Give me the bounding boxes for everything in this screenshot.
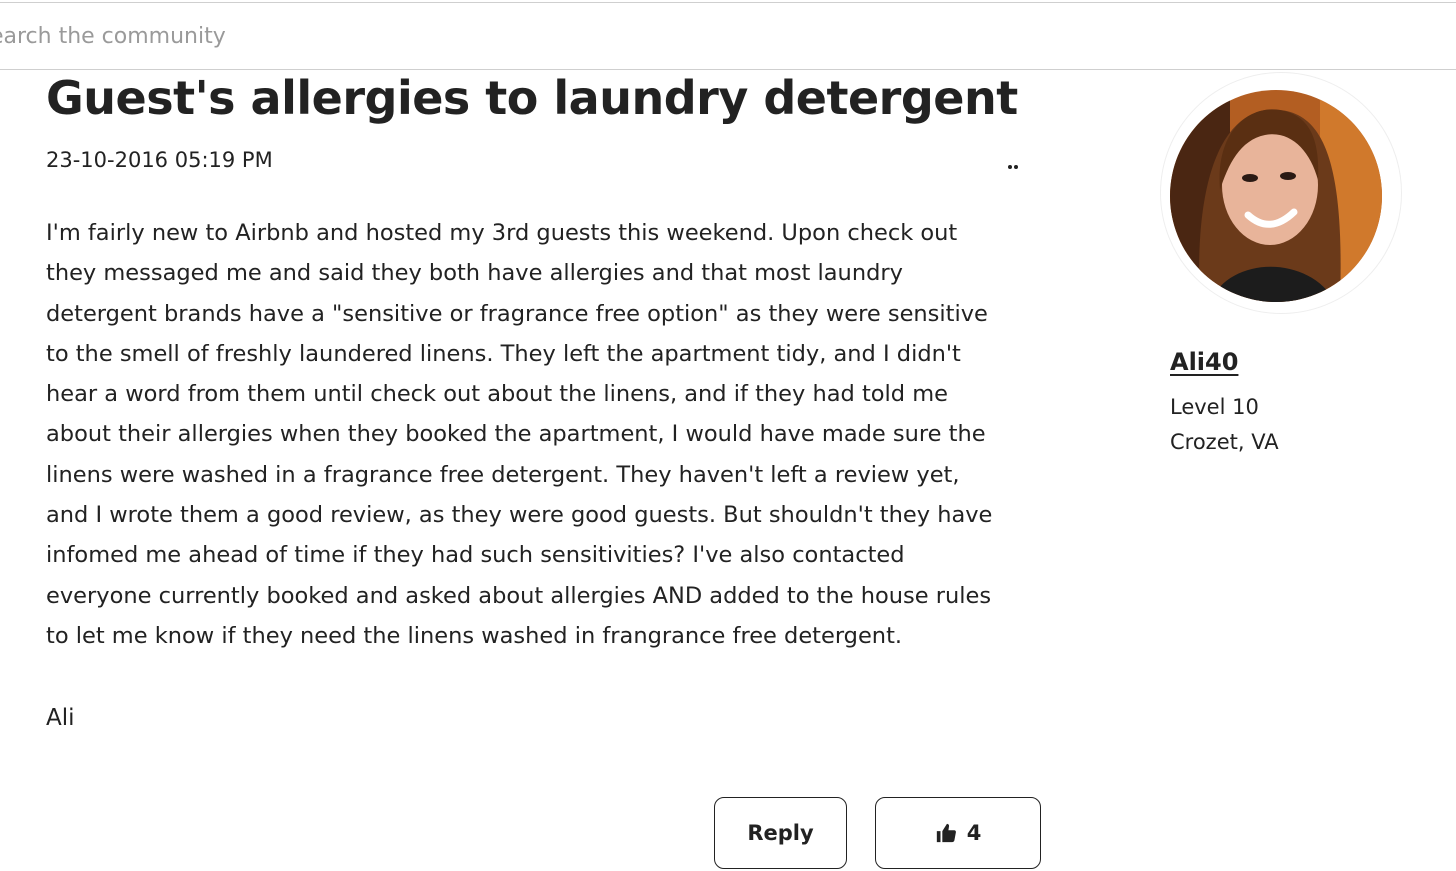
post-signature: Ali	[46, 705, 75, 731]
post-body-line: about their allergies when they booked t…	[46, 421, 986, 448]
avatar-image	[1170, 90, 1382, 302]
post-body-line: and I wrote them a good review, as they …	[46, 502, 993, 529]
post-body-line: to let me know if they need the linens w…	[46, 622, 903, 649]
search-bar	[0, 2, 1456, 70]
post-body-line: hear a word from them until check out ab…	[46, 381, 948, 408]
post-body-line: I'm fairly new to Airbnb and hosted my 3…	[46, 220, 958, 246]
menu-dot	[1008, 165, 1012, 169]
more-options-icon[interactable]	[1000, 150, 1026, 176]
post-date: 23-10-2016 05:19 PM	[46, 148, 273, 172]
avatar[interactable]	[1170, 90, 1382, 302]
author-level: Level 10	[1170, 395, 1259, 419]
thumbs-up-icon	[936, 823, 956, 843]
post-body-line: they messaged me and said they both have…	[46, 260, 903, 287]
author-name-link[interactable]: Ali40	[1170, 348, 1238, 376]
post-body-line: detergent brands have a "sensitive or fr…	[46, 300, 988, 327]
post-title: Guest's allergies to laundry detergent	[46, 71, 1018, 125]
post-body-line: linens were washed in a fragrance free d…	[46, 461, 960, 488]
post-body: I'm fairly new to Airbnb and hosted my 3…	[46, 213, 1046, 656]
reply-button[interactable]: Reply	[714, 797, 847, 869]
search-input[interactable]	[0, 3, 1456, 69]
like-button[interactable]: 4	[875, 797, 1041, 869]
author-location: Crozet, VA	[1170, 430, 1279, 454]
post-body-line: everyone currently booked and asked abou…	[46, 582, 992, 609]
post-body-line: to the smell of freshly laundered linens…	[46, 340, 961, 367]
like-count: 4	[966, 821, 982, 845]
reply-button-label: Reply	[747, 821, 814, 845]
menu-dot	[1014, 165, 1018, 169]
post-body-line: infomed me ahead of time if they had suc…	[46, 542, 905, 569]
